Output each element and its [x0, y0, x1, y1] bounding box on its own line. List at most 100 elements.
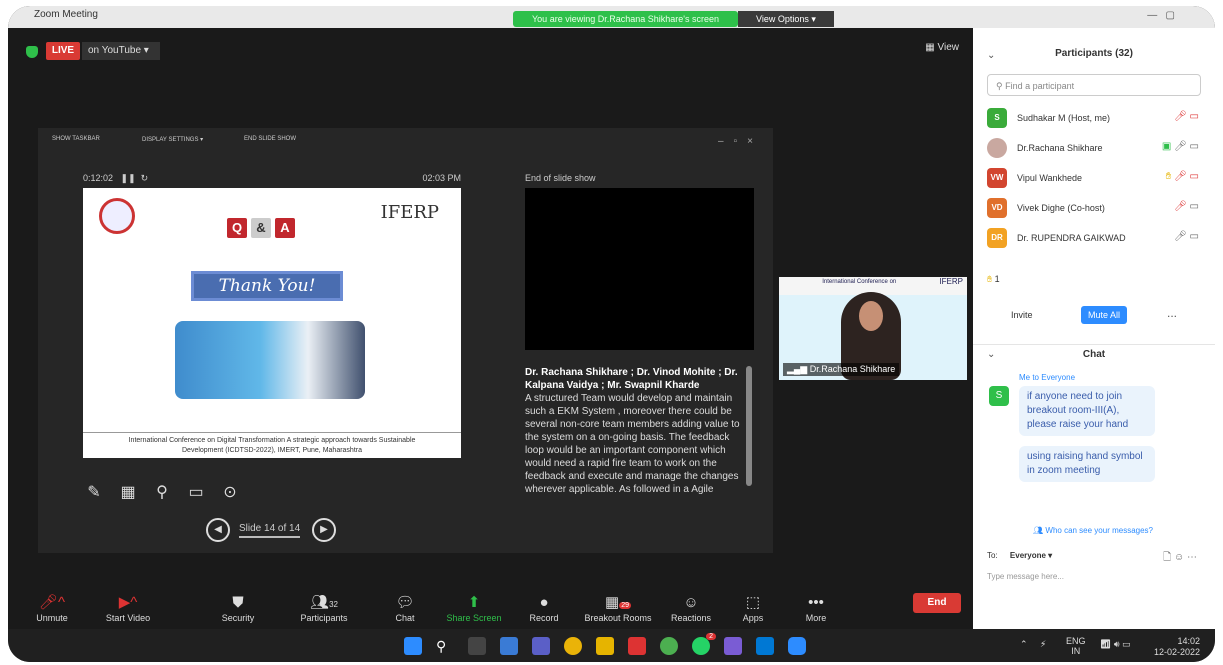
raised-count: 1 [994, 274, 1000, 284]
slide-grid-icon[interactable]: ▦ [117, 482, 139, 502]
breakout-rooms-button[interactable]: ▦ 29 Breakout Rooms [580, 593, 656, 623]
file-icon[interactable]: 🗋︎ [1163, 552, 1171, 563]
mic-muted-icon: 🎤︎ [1174, 111, 1187, 122]
slide-navigation: ◀ Slide 14 of 14 ▶ [206, 518, 346, 542]
tray-chevron-icon[interactable]: ⌃ [1020, 639, 1028, 650]
start-menu-icon[interactable] [404, 637, 422, 655]
video-off-icon: ▭ [1189, 201, 1199, 212]
chat-message-input[interactable]: Type message here... [987, 572, 1064, 581]
who-can-see-link[interactable]: 👥︎ Who can see your messages? [1033, 526, 1153, 535]
more-button[interactable]: ••• More [798, 593, 834, 623]
speaker-video-tile[interactable]: International Conference on IFERP ▂▄▆ Dr… [779, 277, 967, 380]
screen-capture-icon[interactable] [724, 637, 742, 655]
signal-icon: ▂▄▆ [787, 364, 808, 374]
next-slide-icon[interactable]: ▶ [312, 518, 336, 542]
teams-icon[interactable] [532, 637, 550, 655]
more-options-icon[interactable]: ⊙ [219, 482, 241, 502]
participant-row[interactable]: S Sudhakar M (Host, me) 🎤︎ ▭ [987, 108, 1207, 130]
wifi-volume-battery-icons[interactable]: 📶︎ 🔊︎ ▭ [1100, 639, 1131, 650]
end-slide-show-button[interactable]: END SLIDE SHOW [244, 136, 296, 142]
pen-icon[interactable]: ✎ [83, 482, 105, 502]
app-icon[interactable] [660, 637, 678, 655]
mic-muted-icon: 🎤︎^ [38, 594, 66, 611]
avatar [987, 138, 1007, 158]
language-indicator[interactable]: ENG IN [1066, 636, 1086, 656]
recipient-select[interactable]: Everyone ▾ [1010, 551, 1052, 560]
photos-icon[interactable] [756, 637, 774, 655]
prev-slide-icon[interactable]: ◀ [206, 518, 230, 542]
reactions-button[interactable]: ☺ Reactions [668, 593, 714, 623]
participants-actions: Invite Mute All ... [973, 306, 1215, 328]
participants-button[interactable]: 👥︎32 Participants [294, 593, 354, 623]
start-video-button[interactable]: ▶︎^ Start Video [98, 593, 158, 623]
apps-button[interactable]: ⬚ Apps [736, 593, 770, 623]
participant-row[interactable]: Dr.Rachana Shikhare ▣ 🎤︎ ▭ [987, 138, 1207, 160]
chat-to-row: To: Everyone ▾ [987, 551, 1052, 560]
zoom-app-icon[interactable] [788, 637, 806, 655]
next-slide-label: End of slide show [525, 173, 596, 183]
notes-scrollbar[interactable] [746, 366, 752, 486]
ellipsis-icon[interactable]: ⋯ [1187, 552, 1197, 563]
view-options-button[interactable]: View Options ▾ [738, 11, 834, 27]
video-off-icon: ▭ [1189, 111, 1199, 122]
widgets-icon[interactable] [500, 637, 518, 655]
find-participant-input[interactable]: ⚲ Find a participant [987, 74, 1201, 96]
video-name: Dr.Rachana Shikhare [809, 364, 896, 374]
chat-message: using raising hand symbol in zoom meetin… [1019, 446, 1155, 482]
end-meeting-button[interactable]: End [913, 593, 961, 613]
avatar: DR [987, 228, 1007, 248]
record-icon: ● [539, 594, 549, 611]
screen-icon[interactable]: ▭ [185, 482, 207, 502]
region-code: IN [1071, 646, 1081, 656]
notes-body: A structured Team would develop and main… [525, 393, 740, 495]
chat-bubble-icon: 💬︎ [395, 594, 415, 611]
invite-button[interactable]: Invite [1011, 310, 1033, 320]
more-options-button[interactable]: ... [1167, 306, 1177, 320]
current-slide: IFERP Q & A Thank You! International Confe… [83, 188, 461, 458]
presenter-window-controls[interactable]: –▫× [718, 136, 763, 147]
elapsed-time: 0:12:02 [83, 173, 114, 183]
whatsapp-icon[interactable]: 2 [692, 633, 716, 655]
show-taskbar-button[interactable]: SHOW TASKBAR [52, 136, 100, 142]
display-settings-button[interactable]: DISPLAY SETTINGS ▾ [142, 136, 203, 143]
mute-all-button[interactable]: Mute All [1081, 306, 1127, 324]
share-screen-button[interactable]: ⬆ Share Screen [444, 593, 504, 623]
notes-authors: Dr. Rachana Shikhare ; Dr. Vinod Mohite … [525, 367, 738, 391]
pause-icon[interactable]: ❚❚ ↻ [116, 173, 149, 183]
security-button[interactable]: ⛊ Security [216, 593, 260, 623]
emoji-icon[interactable]: ☺ [1174, 552, 1184, 563]
zoom-window: Zoom Meeting You are viewing Dr.Rachana … [8, 6, 1215, 662]
office-icon[interactable] [628, 637, 646, 655]
a-tile: A [275, 218, 295, 238]
right-panel: ⌄ Participants (32) ⚲ Find a participant… [973, 28, 1215, 629]
chrome-icon[interactable] [564, 637, 582, 655]
video-banner-title: International Conference on [822, 279, 897, 285]
video-off-icon: ▭ [1189, 141, 1199, 152]
search-icon[interactable]: ⚲ [436, 637, 454, 655]
window-controls[interactable]: — ▢ [1147, 10, 1175, 21]
network-tray-icon[interactable]: ⚡︎ [1040, 639, 1046, 650]
file-explorer-icon[interactable] [596, 637, 614, 655]
participant-row[interactable]: VD Vivek Dighe (Co-host) 🎤︎ ▭ [987, 198, 1207, 220]
task-view-icon[interactable] [468, 637, 486, 655]
zoom-icon[interactable]: ⚲ [151, 482, 173, 502]
raised-hands-count: ✋︎ 1 [987, 274, 1000, 285]
next-slide-preview [525, 188, 754, 350]
unmute-button[interactable]: 🎤︎^ Unmute [30, 593, 74, 623]
shared-presentation: SHOW TASKBAR DISPLAY SETTINGS ▾ END SLID… [38, 128, 773, 553]
encryption-shield-icon[interactable] [26, 46, 38, 58]
live-destination-dropdown[interactable]: on YouTube ▾ [82, 42, 160, 60]
participant-row[interactable]: VW Vipul Wankhede ✋︎ 🎤︎ ▭ [987, 168, 1207, 190]
participant-status-icons: 🎤︎ ▭ [1174, 111, 1199, 122]
view-button[interactable]: ▦ View [925, 42, 959, 53]
system-clock[interactable]: 14:02 12-02-2022 [1154, 636, 1200, 658]
video-off-icon: ▭ [1189, 231, 1199, 242]
live-badge[interactable]: LIVE [46, 42, 80, 60]
record-button[interactable]: ● Record [524, 593, 564, 623]
more-label: More [805, 613, 827, 623]
who-can-see-text: Who can see your messages? [1045, 526, 1153, 535]
video-off-icon: ▶︎^ [118, 594, 138, 611]
chat-label: Chat [395, 613, 415, 623]
participant-row[interactable]: DR Dr. RUPENDRA GAIKWAD 🎤︎ ▭ [987, 228, 1207, 250]
chat-button[interactable]: 💬︎ Chat [390, 593, 420, 623]
